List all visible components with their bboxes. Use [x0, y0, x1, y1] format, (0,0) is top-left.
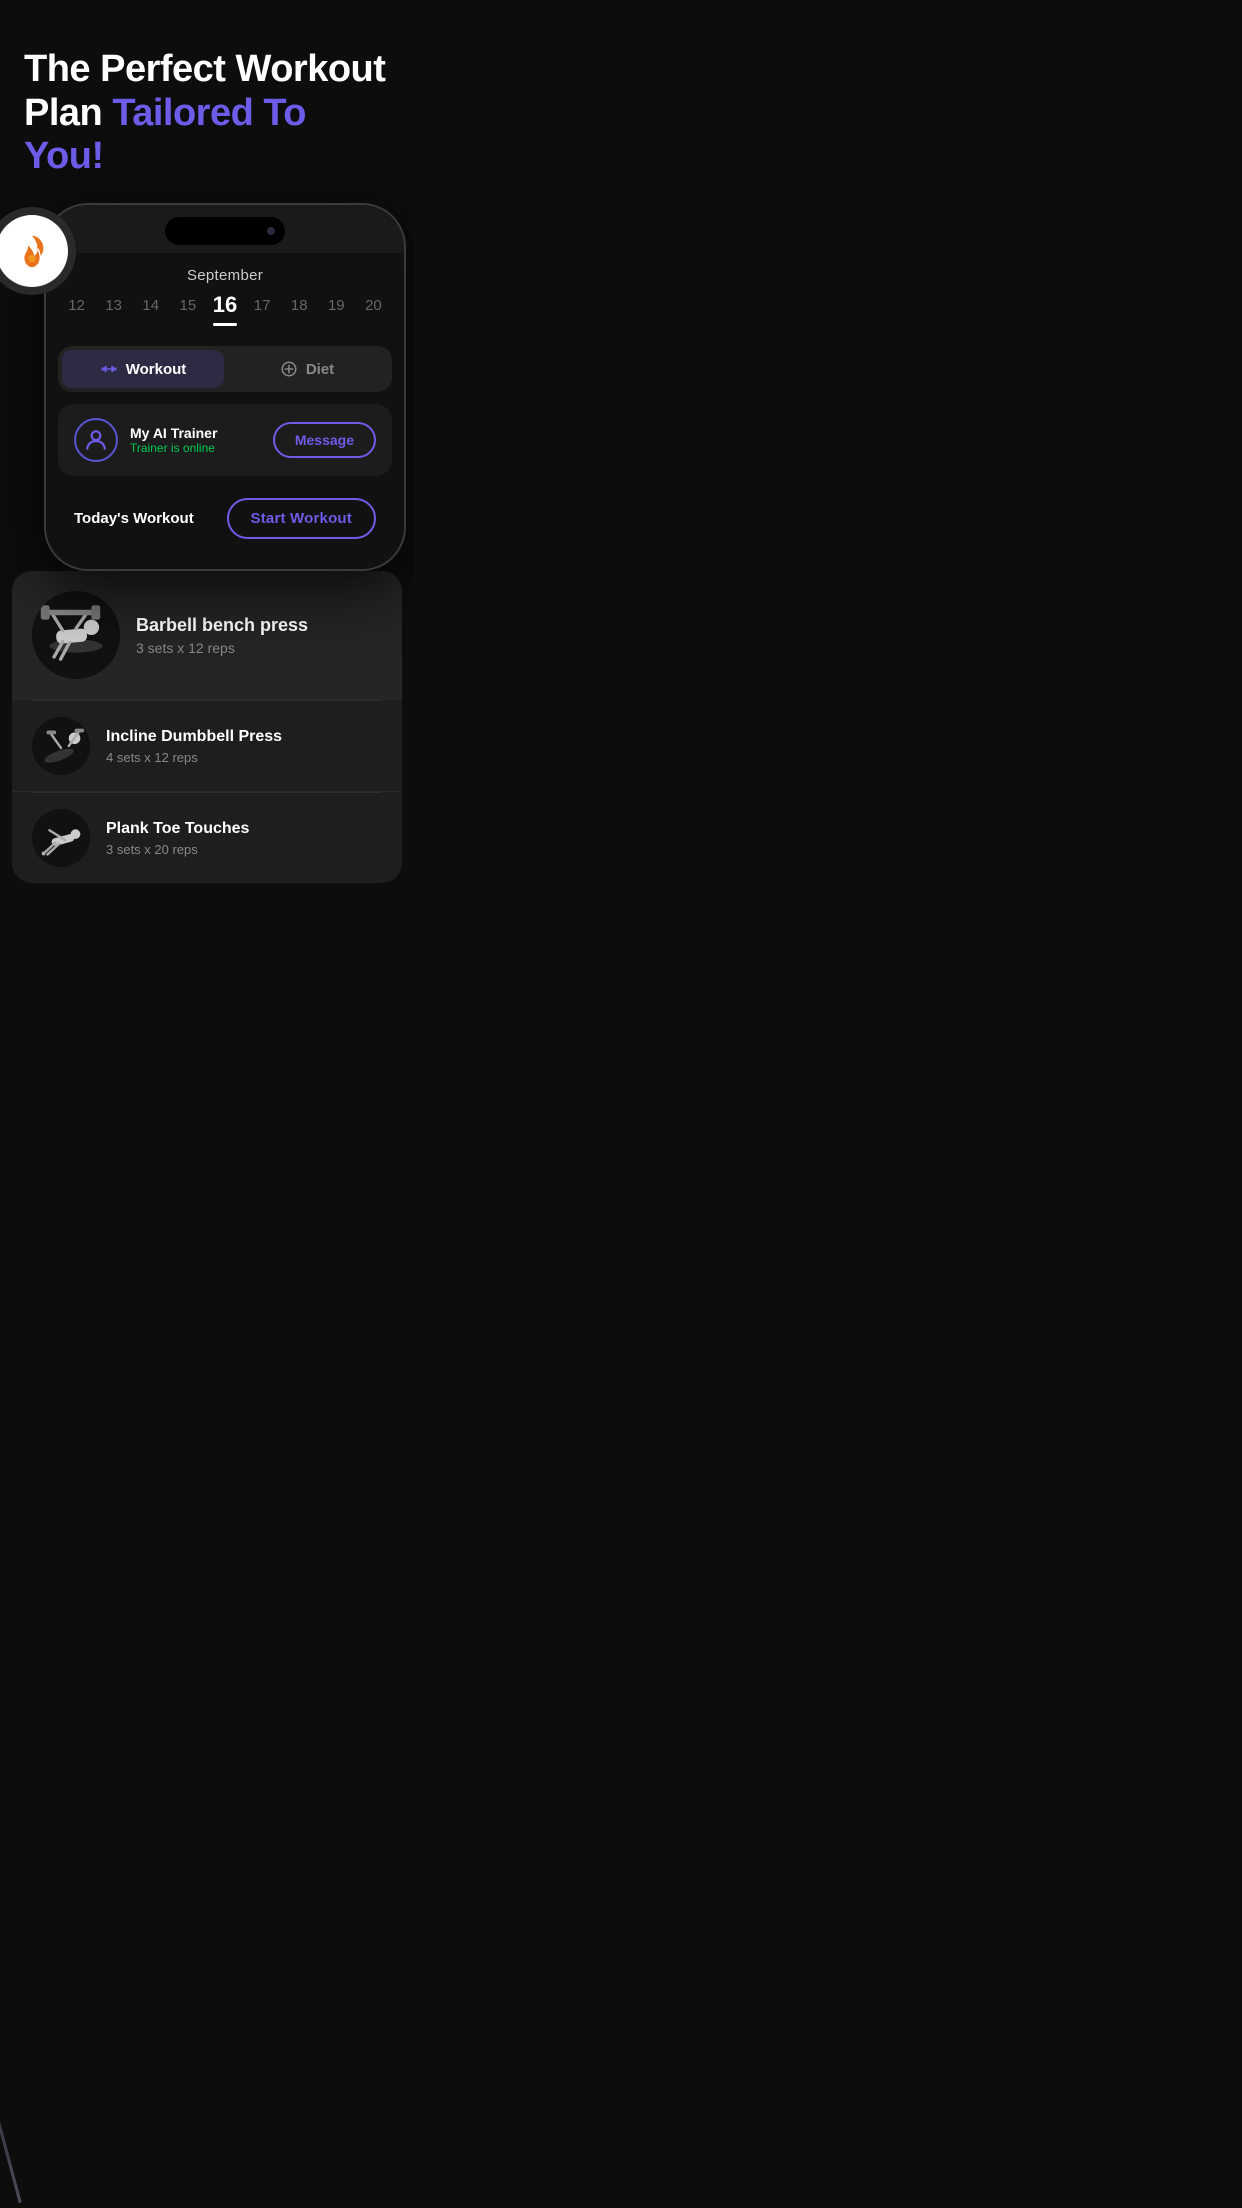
- phone-mockup-wrapper: September 12 13 14 15 16 17 18 19 20: [0, 203, 414, 883]
- user-icon: [83, 427, 109, 453]
- page-root: The Perfect Workout Plan Tailored To You…: [0, 0, 414, 883]
- trainer-status: Trainer is online: [130, 441, 217, 455]
- exercise-list: Barbell bench press 3 sets x 12 reps: [12, 571, 402, 883]
- hero-title-line1: The Perfect Workout: [24, 48, 385, 90]
- hero-title: The Perfect Workout Plan Tailored To You…: [24, 48, 390, 179]
- trainer-avatar: [74, 418, 118, 462]
- bench-press-figure: [32, 591, 120, 679]
- plank-figure: [32, 809, 90, 867]
- cal-date-12[interactable]: 12: [63, 297, 91, 314]
- trainer-text: My AI Trainer Trainer is online: [130, 425, 217, 455]
- trainer-name: My AI Trainer: [130, 425, 217, 441]
- message-button[interactable]: Message: [273, 422, 376, 458]
- exercise-name-bench-press: Barbell bench press: [136, 614, 308, 637]
- phone-notch: [46, 205, 404, 253]
- cal-date-19[interactable]: 19: [322, 297, 350, 314]
- exercise-sets-incline: 4 sets x 12 reps: [106, 750, 282, 765]
- cal-date-20[interactable]: 20: [359, 297, 387, 314]
- exercise-sets-bench-press: 3 sets x 12 reps: [136, 640, 308, 656]
- calendar-month-label: September: [46, 253, 404, 292]
- tab-diet[interactable]: Diet: [226, 350, 388, 388]
- cal-date-17[interactable]: 17: [248, 297, 276, 314]
- todays-workout-label: Today's Workout: [74, 510, 194, 527]
- exercise-thumb-bench-press: [32, 591, 120, 679]
- tab-bar: Workout Diet: [58, 346, 392, 392]
- exercise-info-plank: Plank Toe Touches 3 sets x 20 reps: [106, 819, 249, 858]
- cal-date-15[interactable]: 15: [174, 297, 202, 314]
- exercise-info-incline: Incline Dumbbell Press 4 sets x 12 reps: [106, 727, 282, 766]
- tab-workout[interactable]: Workout: [62, 350, 224, 388]
- exercise-name-incline: Incline Dumbbell Press: [106, 727, 282, 748]
- exercise-thumb-plank: [32, 809, 90, 867]
- exercise-item-plank[interactable]: Plank Toe Touches 3 sets x 20 reps: [12, 793, 402, 883]
- tab-workout-label: Workout: [126, 361, 187, 378]
- notch-pill: [165, 217, 285, 245]
- exercise-sets-plank: 3 sets x 20 reps: [106, 842, 249, 857]
- cal-date-13[interactable]: 13: [100, 297, 128, 314]
- start-workout-button[interactable]: Start Workout: [227, 498, 377, 539]
- cal-date-18[interactable]: 18: [285, 297, 313, 314]
- phone-frame: September 12 13 14 15 16 17 18 19 20: [44, 203, 406, 571]
- trainer-info: My AI Trainer Trainer is online: [74, 418, 217, 462]
- phone-screen: September 12 13 14 15 16 17 18 19 20: [46, 253, 404, 569]
- hero-title-line2-white: Plan: [24, 92, 112, 134]
- diet-icon: [280, 360, 298, 378]
- cal-date-14[interactable]: 14: [137, 297, 165, 314]
- exercise-item-incline[interactable]: Incline Dumbbell Press 4 sets x 12 reps: [12, 701, 402, 792]
- notch-camera-dot: [267, 227, 275, 235]
- incline-press-figure: [32, 717, 90, 775]
- tab-diet-label: Diet: [306, 361, 334, 378]
- trainer-card: My AI Trainer Trainer is online Message: [58, 404, 392, 476]
- exercise-name-plank: Plank Toe Touches: [106, 819, 249, 840]
- dumbbell-icon: [100, 360, 118, 378]
- exercise-item-featured[interactable]: Barbell bench press 3 sets x 12 reps: [12, 571, 402, 700]
- exercise-thumb-incline: [32, 717, 90, 775]
- todays-workout-row: Today's Workout Start Workout: [58, 484, 392, 553]
- cal-date-16-active[interactable]: 16: [211, 292, 239, 318]
- exercise-info-bench-press: Barbell bench press 3 sets x 12 reps: [136, 614, 308, 656]
- hero-section: The Perfect Workout Plan Tailored To You…: [0, 0, 414, 203]
- calendar-strip: 12 13 14 15 16 17 18 19 20: [46, 292, 404, 330]
- flame-icon: [13, 232, 51, 270]
